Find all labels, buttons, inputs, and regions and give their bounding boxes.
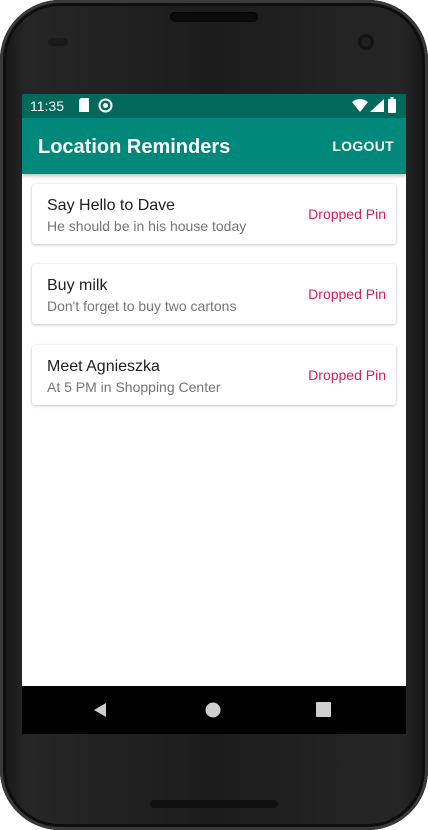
reminder-description: He should be in his house today bbox=[47, 218, 247, 234]
signal-icon bbox=[370, 99, 384, 117]
app-bar: Location Reminders LOGOUT bbox=[22, 118, 406, 174]
reminder-card[interactable]: Meet Agnieszka At 5 PM in Shopping Cente… bbox=[32, 345, 396, 405]
navigation-bar bbox=[22, 686, 406, 734]
reminder-title: Meet Agnieszka bbox=[47, 358, 160, 375]
reminder-location: Dropped Pin bbox=[308, 286, 386, 302]
home-icon[interactable] bbox=[205, 702, 221, 723]
screen: 11:35 Location Reminders LOGOUT Say Hell… bbox=[22, 94, 406, 734]
back-icon[interactable] bbox=[92, 702, 108, 723]
earpiece-speaker bbox=[170, 12, 258, 22]
sd-card-icon bbox=[78, 98, 90, 117]
bottom-speaker bbox=[150, 800, 278, 808]
reminder-card[interactable]: Say Hello to Dave He should be in his ho… bbox=[32, 184, 396, 244]
logout-button[interactable]: LOGOUT bbox=[332, 137, 394, 155]
reminder-title: Say Hello to Dave bbox=[47, 197, 176, 214]
reminder-card[interactable]: Buy milk Don't forget to buy two cartons… bbox=[32, 264, 396, 324]
recents-icon[interactable] bbox=[316, 702, 331, 722]
app-title: Location Reminders bbox=[38, 136, 231, 158]
battery-icon bbox=[388, 97, 396, 118]
reminder-location: Dropped Pin bbox=[308, 206, 386, 222]
front-camera bbox=[358, 34, 374, 50]
reminder-location: Dropped Pin bbox=[308, 367, 386, 383]
status-bar: 11:35 bbox=[22, 94, 406, 118]
reminder-description: At 5 PM in Shopping Center bbox=[47, 379, 221, 395]
reminders-list: Say Hello to Dave He should be in his ho… bbox=[22, 174, 406, 734]
reminder-description: Don't forget to buy two cartons bbox=[47, 298, 237, 314]
sync-icon bbox=[98, 98, 113, 118]
status-time: 11:35 bbox=[30, 98, 64, 114]
reminder-title: Buy milk bbox=[47, 277, 108, 294]
phone-frame: 11:35 Location Reminders LOGOUT Say Hell… bbox=[0, 0, 428, 830]
wifi-icon bbox=[352, 99, 368, 117]
proximity-sensor bbox=[48, 38, 68, 46]
